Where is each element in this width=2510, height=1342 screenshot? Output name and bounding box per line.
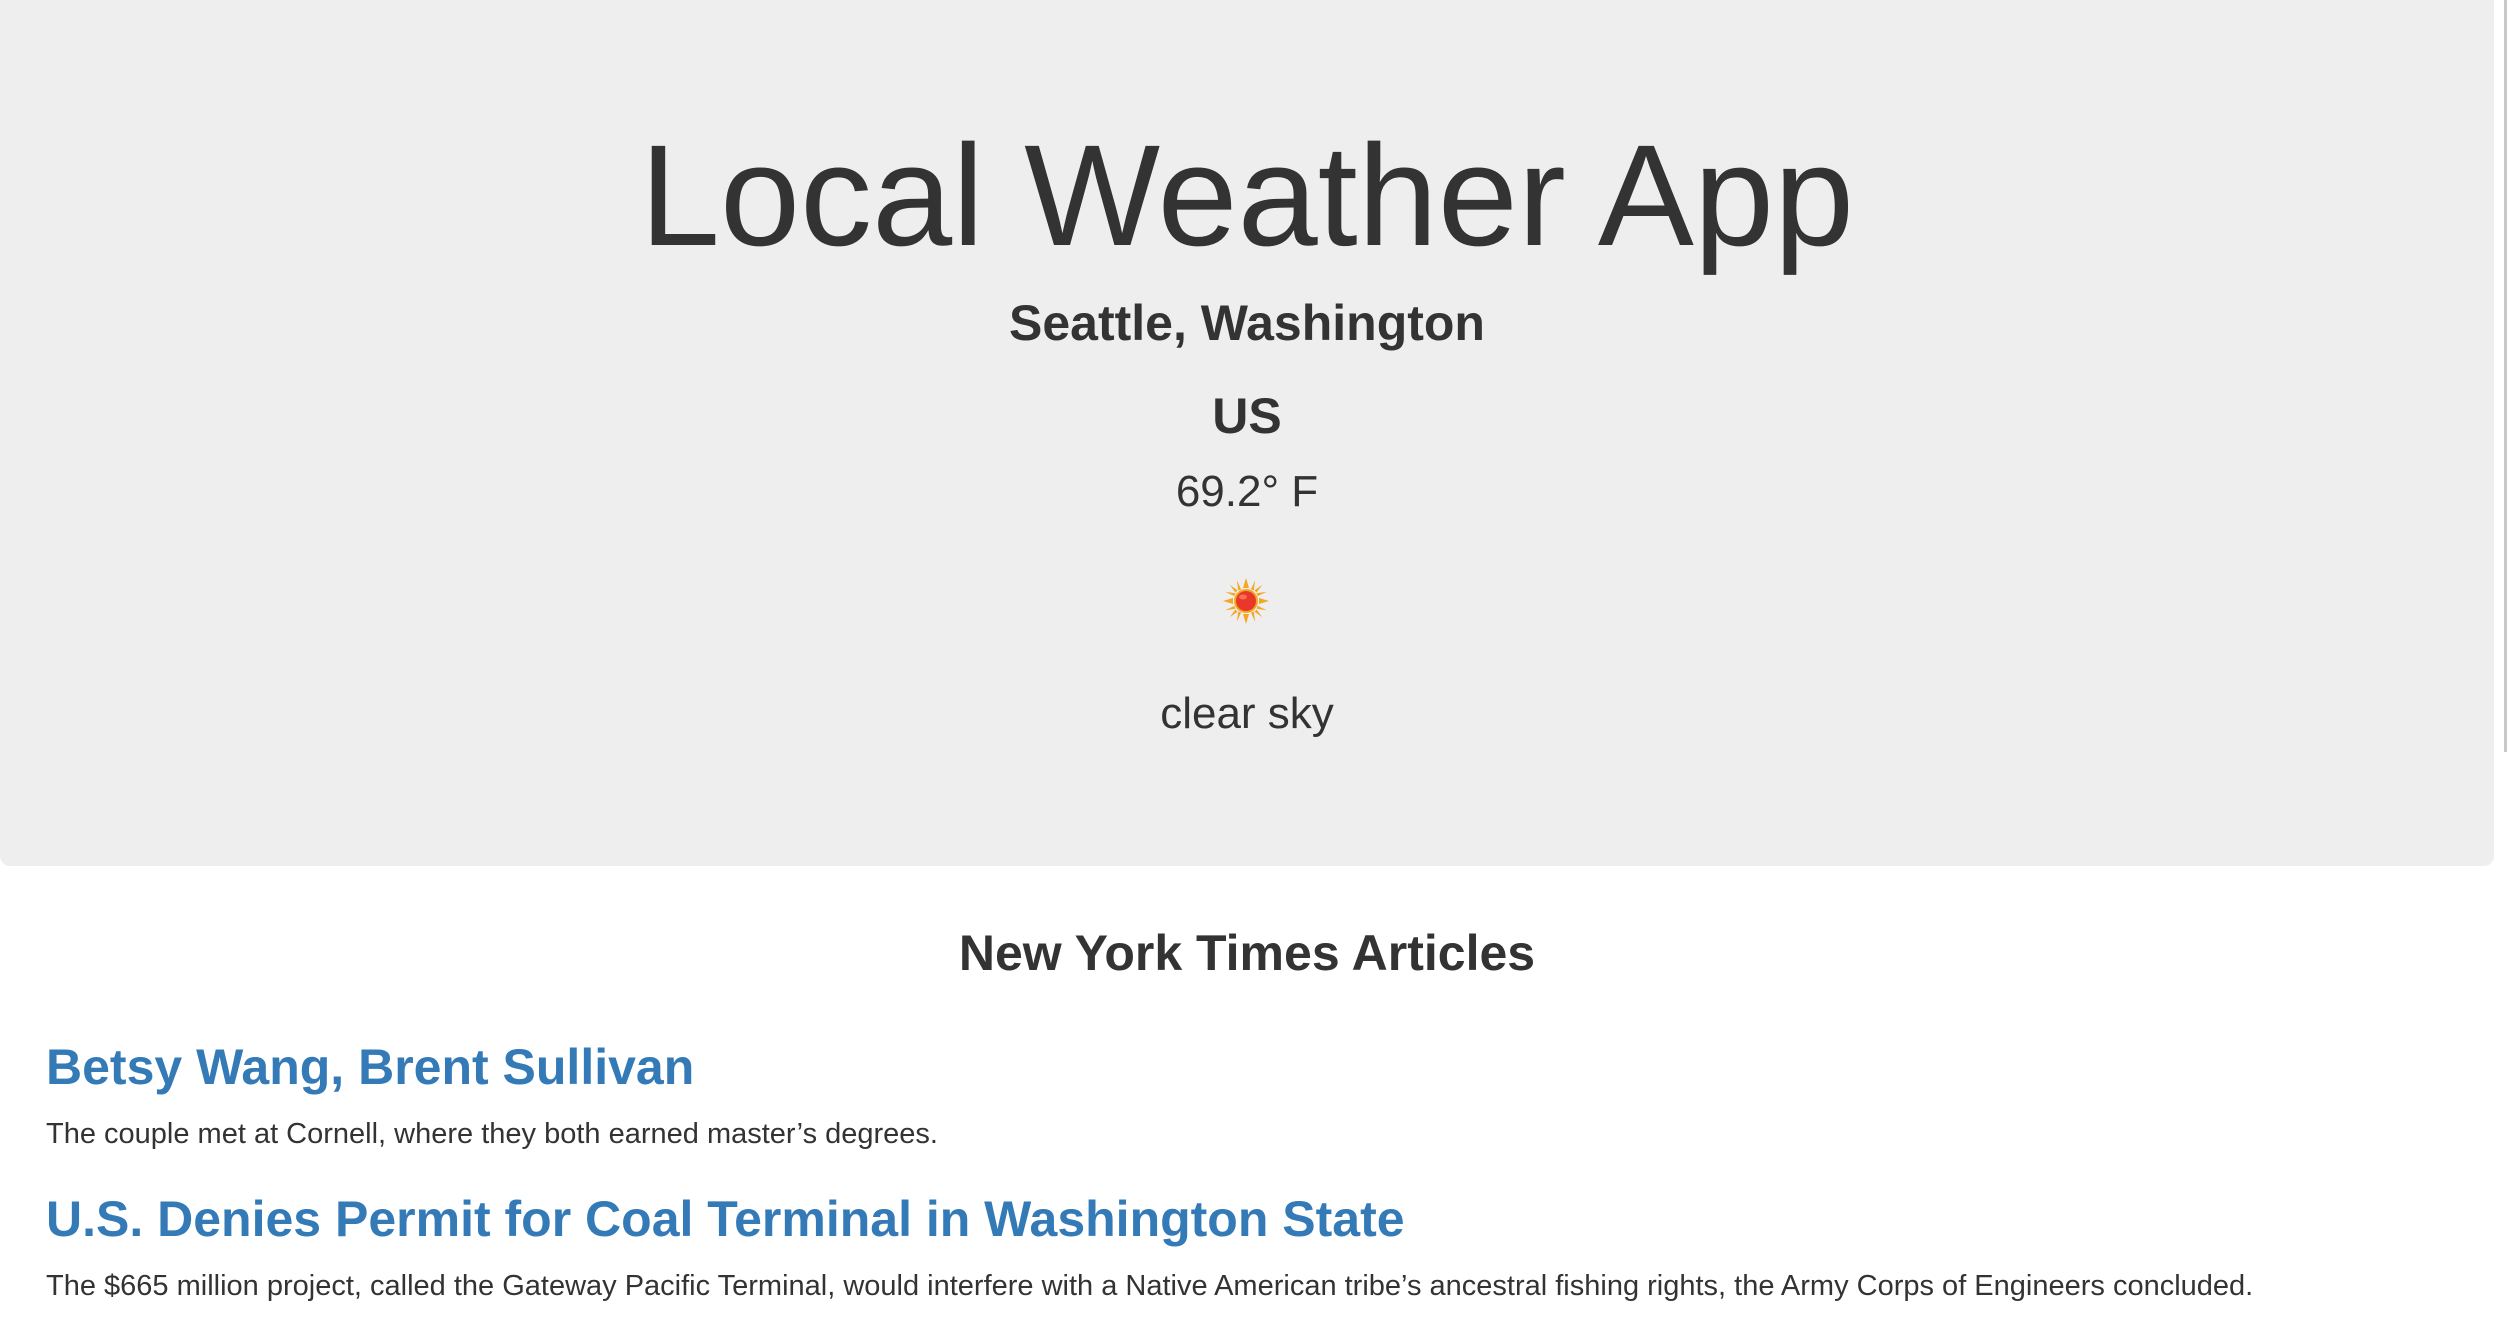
city-name: Seattle, Washington [1009, 295, 1485, 351]
page: Local Weather App Seattle, Washington US… [0, 0, 2510, 1342]
country-code: US [1212, 388, 1282, 444]
app-title: Local Weather App [639, 115, 1855, 276]
articles-heading: New York Times Articles [958, 925, 1536, 981]
article-title-link[interactable]: Betsy Wang, Brent Sullivan [46, 1034, 2446, 1100]
weather-condition: clear sky [1160, 689, 1334, 738]
article-item: U.S. Denies Permit for Coal Terminal in … [46, 1186, 2446, 1306]
article-title-link[interactable]: U.S. Denies Permit for Coal Terminal in … [46, 1186, 2446, 1252]
temperature-readout: 69.2° F [1175, 467, 1319, 516]
article-snippet: The couple met at Cornell, where they bo… [46, 1118, 938, 1150]
article-snippet: The $665 million project, called the Gat… [46, 1270, 2254, 1302]
sun-icon [1223, 578, 1269, 624]
article-item: Betsy Wang, Brent Sullivan The couple me… [46, 1034, 2446, 1154]
weather-panel: Local Weather App Seattle, Washington US… [0, 0, 2494, 866]
scrollbar-edge[interactable] [2504, 0, 2507, 752]
